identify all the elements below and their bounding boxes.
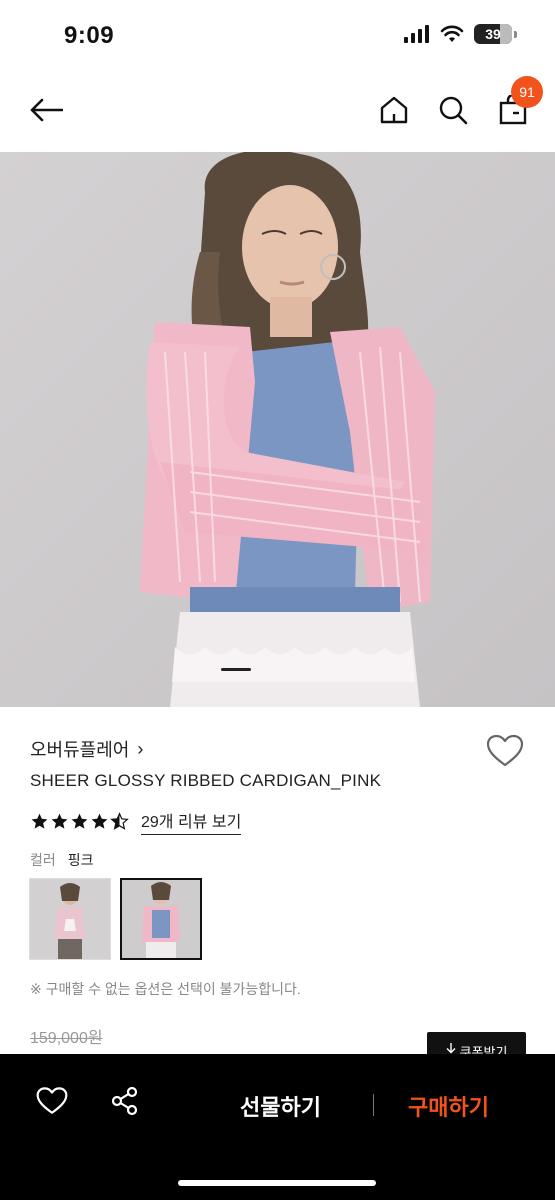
swatch-thumbnail — [30, 879, 110, 959]
option-notice: ※ 구매할 수 없는 옵션은 선택이 불가능합니다. — [30, 981, 301, 997]
bottom-wishlist-button[interactable] — [36, 1086, 72, 1118]
status-bar: 9:09 39 — [0, 0, 555, 70]
share-icon — [111, 1086, 138, 1116]
top-nav — [0, 70, 555, 152]
star-icon — [71, 813, 88, 829]
brand-name: 오버듀플레어 — [30, 740, 130, 760]
share-button[interactable] — [110, 1086, 146, 1120]
star-icon — [91, 813, 108, 829]
review-link[interactable]: 29개 리뷰 보기 — [141, 808, 242, 835]
signal-icon — [404, 25, 429, 43]
carousel-indicator — [221, 668, 251, 671]
product-photo — [0, 152, 555, 707]
status-icons: 39 — [404, 24, 517, 44]
star-icon — [51, 813, 68, 829]
swatch-thumbnail — [122, 880, 200, 958]
bottom-action-bar: 선물하기 구매하기 — [0, 1054, 555, 1200]
color-option-row: 컬러 핑크 — [30, 850, 94, 870]
color-swatch-2-selected[interactable] — [120, 878, 202, 960]
wifi-icon — [440, 25, 464, 42]
back-arrow-icon — [30, 98, 63, 122]
original-price: 159,000원 — [30, 1030, 103, 1047]
heart-icon — [486, 734, 524, 767]
heart-icon — [36, 1087, 68, 1114]
product-image[interactable] — [0, 152, 555, 707]
buy-button[interactable]: 구매하기 — [408, 1090, 489, 1122]
home-icon — [380, 96, 408, 124]
color-label: 컬러 — [30, 852, 56, 868]
rating-row: 29개 리뷰 보기 — [30, 808, 242, 835]
product-title: SHEER GLOSSY RIBBED CARDIGAN_PINK — [30, 771, 382, 790]
back-button[interactable] — [26, 92, 66, 128]
battery-icon: 39 — [474, 24, 512, 44]
star-icon — [31, 813, 48, 829]
wishlist-button[interactable] — [486, 734, 526, 772]
brand-link[interactable]: 오버듀플레어 › — [30, 736, 143, 762]
home-button[interactable] — [376, 92, 412, 128]
status-time: 9:09 — [64, 22, 115, 49]
star-half-icon — [110, 812, 129, 830]
divider — [373, 1094, 374, 1116]
home-indicator — [178, 1180, 376, 1186]
search-button[interactable] — [435, 92, 471, 128]
cart-count-badge: 91 — [511, 76, 543, 108]
color-value: 핑크 — [67, 852, 94, 868]
color-swatch-1[interactable] — [29, 878, 111, 960]
battery-level: 39 — [485, 26, 501, 42]
rating-stars — [30, 812, 129, 831]
chevron-right-icon: › — [137, 738, 144, 759]
gift-button[interactable]: 선물하기 — [240, 1090, 321, 1122]
download-arrow-icon — [446, 1043, 456, 1054]
search-icon — [439, 96, 468, 125]
